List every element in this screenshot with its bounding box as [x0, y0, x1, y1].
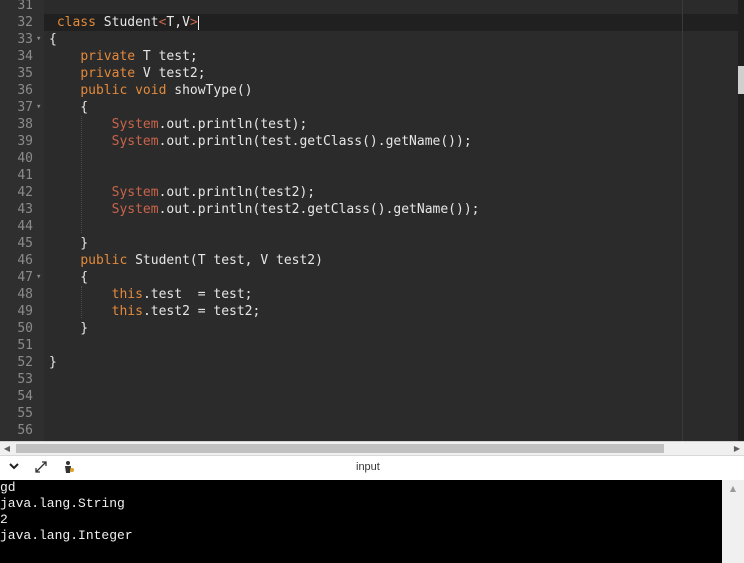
- code-line[interactable]: 52}: [0, 354, 740, 371]
- code-text: this.test = test;: [111, 287, 253, 302]
- scroll-up-arrow-icon[interactable]: ▲: [722, 484, 744, 493]
- code-text: this.test2 = test2;: [111, 304, 261, 319]
- code-line[interactable]: 47 ▾ {: [0, 269, 740, 286]
- run-person-icon[interactable]: [60, 460, 76, 476]
- line-number: 45: [17, 236, 33, 251]
- line-number: 44: [17, 219, 33, 234]
- code-text: private V test2;: [80, 66, 206, 81]
- code-line[interactable]: 31: [0, 0, 740, 14]
- line-number: 34: [17, 49, 33, 64]
- line-number: 47: [17, 270, 33, 285]
- code-text: System.out.println(test.getClass().getNa…: [111, 134, 472, 149]
- code-line[interactable]: 33 ▾ {: [0, 31, 740, 48]
- panel-title: input: [356, 461, 380, 473]
- code-text: private T test;: [80, 49, 198, 64]
- console-line: 2: [0, 512, 8, 527]
- fold-arrow-icon[interactable]: ▾: [36, 269, 41, 286]
- console-scrollbar[interactable]: ▲: [722, 480, 744, 563]
- line-number: 49: [17, 304, 33, 319]
- console-line: java.lang.Integer: [0, 528, 133, 543]
- code-text: System.out.println(test2);: [111, 185, 316, 200]
- line-number: 39: [17, 134, 33, 149]
- code-text: System.out.println(test2.getClass().getN…: [111, 202, 480, 217]
- code-line[interactable]: 42 System.out.println(test2);: [0, 184, 740, 201]
- scroll-left-arrow-icon[interactable]: ◀: [0, 442, 14, 456]
- code-line[interactable]: 36 public void showType(): [0, 82, 740, 99]
- code-line[interactable]: 46 public Student(T test, V test2): [0, 252, 740, 269]
- fold-arrow-icon[interactable]: ▾: [36, 99, 41, 116]
- code-text: {: [49, 270, 89, 285]
- code-line[interactable]: 49 this.test2 = test2;: [0, 303, 740, 320]
- line-number: 48: [17, 287, 33, 302]
- chevron-down-icon[interactable]: [6, 460, 22, 476]
- editor-vertical-scrollbar-thumb[interactable]: [738, 66, 744, 94]
- expand-icon[interactable]: [33, 460, 49, 476]
- code-editor[interactable]: 31 32 class Student<T,V> 33 ▾{34 private T …: [0, 0, 744, 441]
- line-number: 54: [17, 389, 33, 404]
- editor-vertical-scrollbar[interactable]: [738, 0, 744, 441]
- code-line[interactable]: 50 }: [0, 320, 740, 337]
- line-number: 42: [17, 185, 33, 200]
- line-number: 50: [17, 321, 33, 336]
- code-text: public void showType(): [80, 83, 253, 98]
- code-text: {: [49, 32, 57, 47]
- code-line[interactable]: 43 System.out.println(test2.getClass().g…: [0, 201, 740, 218]
- code-line[interactable]: 39 System.out.println(test.getClass().ge…: [0, 133, 740, 150]
- code-text: public Student(T test, V test2): [80, 253, 323, 268]
- code-line[interactable]: 35 private V test2;: [0, 65, 740, 82]
- code-text: }: [49, 355, 57, 370]
- code-text: }: [49, 321, 89, 336]
- line-number: 38: [17, 117, 33, 132]
- line-number: 43: [17, 202, 33, 217]
- line-number: 32: [17, 15, 33, 30]
- line-number: 52: [17, 355, 33, 370]
- code-line[interactable]: 38 System.out.println(test);: [0, 116, 740, 133]
- code-line[interactable]: 37 ▾ {: [0, 99, 740, 116]
- line-number: 51: [17, 338, 33, 353]
- line-number: 55: [17, 406, 33, 421]
- code-line[interactable]: 54: [0, 388, 740, 405]
- code-line[interactable]: 55: [0, 405, 740, 422]
- code-line[interactable]: 34 private T test;: [0, 48, 740, 65]
- code-line[interactable]: 45 }: [0, 235, 740, 252]
- line-number: 53: [17, 372, 33, 387]
- code-line[interactable]: 56: [0, 422, 740, 439]
- code-line[interactable]: 41: [0, 167, 740, 184]
- output-panel-toolbar: input: [0, 455, 744, 480]
- console-output[interactable]: gd java.lang.String 2 java.lang.Integer: [0, 480, 722, 563]
- console-line: gd: [0, 480, 16, 495]
- code-line[interactable]: 44: [0, 218, 740, 235]
- line-number: 33: [17, 32, 33, 47]
- code-line[interactable]: 53: [0, 371, 740, 388]
- line-number: 37: [17, 100, 33, 115]
- code-text: System.out.println(test);: [111, 117, 308, 132]
- editor-horizontal-scrollbar[interactable]: ◀ ▶: [0, 441, 744, 455]
- line-number: 41: [17, 168, 33, 183]
- line-number: 56: [17, 423, 33, 438]
- text-cursor: [197, 15, 199, 30]
- line-number: 36: [17, 83, 33, 98]
- code-line[interactable]: 40: [0, 150, 740, 167]
- fold-arrow-icon[interactable]: ▾: [36, 31, 41, 48]
- line-number: 35: [17, 66, 33, 81]
- code-line[interactable]: 51: [0, 337, 740, 354]
- line-number: 31: [17, 0, 33, 13]
- code-line[interactable]: 32 class Student<T,V>: [0, 14, 740, 31]
- code-text: {: [49, 100, 89, 115]
- line-number: 46: [17, 253, 33, 268]
- line-number: 40: [17, 151, 33, 166]
- code-text: class Student<T,V>: [56, 15, 199, 30]
- editor-horizontal-scrollbar-thumb[interactable]: [16, 444, 664, 453]
- scroll-right-arrow-icon[interactable]: ▶: [730, 442, 744, 456]
- code-text: }: [49, 236, 89, 251]
- console-line: java.lang.String: [0, 496, 125, 511]
- code-line[interactable]: 48 this.test = test;: [0, 286, 740, 303]
